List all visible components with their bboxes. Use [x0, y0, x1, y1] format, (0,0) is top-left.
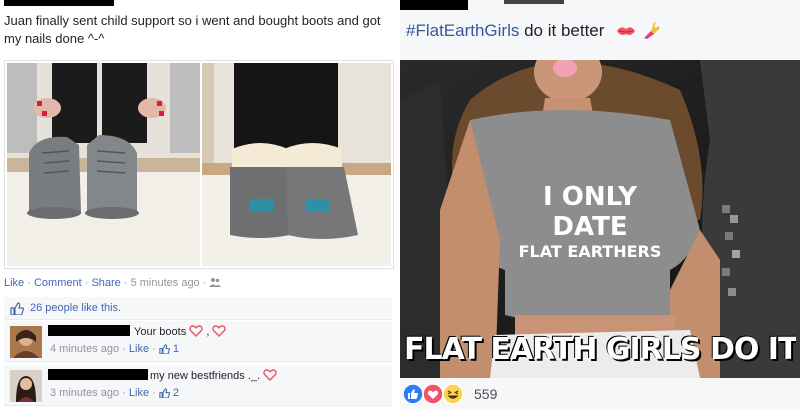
comment-like-count[interactable]: 1: [173, 343, 179, 355]
love-reaction-icon: [422, 383, 444, 405]
haha-reaction-icon: [442, 383, 464, 405]
boots-photo-back[interactable]: [202, 63, 391, 266]
comment-time[interactable]: 3 minutes ago: [50, 387, 119, 399]
comment-text: my new bestfriends ._.: [150, 368, 277, 382]
redacted-name-bar: [4, 0, 114, 6]
reaction-count[interactable]: 559: [474, 386, 497, 402]
shirt-line: DATE: [552, 212, 628, 242]
shirt-line: FLAT EARTHERS: [518, 242, 662, 261]
kiss-emoji-icon: [615, 22, 637, 45]
comment-like-link[interactable]: Like: [129, 387, 149, 399]
redacted-commenter-name: [48, 369, 148, 380]
thumbs-up-icon: [159, 344, 170, 357]
post-text: Juan finally sent child support so i wen…: [4, 13, 381, 46]
avatar[interactable]: [10, 326, 42, 358]
heart-icon: [212, 324, 227, 338]
separator: ·: [81, 277, 92, 289]
post-actions: Like · Comment · Share · 5 minutes ago ·: [4, 277, 222, 291]
thumbs-up-icon: [159, 388, 170, 401]
comment-meta: 3 minutes ago · Like · 2: [50, 387, 180, 401]
shirt-line: I ONLY: [543, 182, 637, 212]
overlay-caption: FLAT EARTH GIRLS DO IT BETTE: [404, 332, 796, 367]
comment-text: Your boots ,: [134, 324, 227, 338]
separator: ·: [24, 277, 34, 289]
post-text: #FlatEarthGirls do it better: [406, 20, 662, 45]
comment-link[interactable]: Comment: [34, 277, 82, 289]
separator: ·: [120, 277, 131, 289]
comment-meta: 4 minutes ago · Like · 1: [50, 343, 180, 357]
likes-count-text[interactable]: 26 people like this.: [30, 302, 121, 314]
heart-icon: [263, 368, 277, 382]
redacted-commenter-name: [48, 325, 130, 336]
comment-like-link[interactable]: Like: [129, 343, 149, 355]
reactions[interactable]: [402, 382, 474, 406]
post-text-rest: do it better: [519, 21, 605, 40]
left-screenshot: Juan finally sent child support so i wen…: [0, 0, 396, 420]
redacted-name-bar: [504, 0, 564, 4]
like-reaction-icon: [402, 383, 424, 405]
redacted-name-bar: [400, 0, 468, 10]
thumbs-up-icon: [10, 302, 25, 318]
avatar[interactable]: [10, 370, 42, 402]
comment-row: Your boots , 4 minutes ago · Like · 1: [4, 321, 392, 362]
hashtag-link[interactable]: #FlatEarthGirls: [406, 21, 519, 40]
separator: ·: [199, 277, 210, 289]
selfie-photo[interactable]: I ONLY DATE FLAT EARTHERS FLAT EARTH GIR…: [400, 60, 800, 378]
comment-like-count[interactable]: 2: [173, 387, 179, 399]
likes-summary[interactable]: 26 people like this.: [4, 297, 392, 320]
heart-icon: [189, 324, 204, 338]
shirt-text: I ONLY DATE FLAT EARTHERS: [500, 182, 680, 262]
comment-row: my new bestfriends ._. 3 minutes ago · L…: [4, 365, 392, 406]
share-link[interactable]: Share: [91, 277, 120, 289]
like-link[interactable]: Like: [4, 277, 24, 289]
globe-friends-icon: [209, 277, 222, 291]
boots-photo-front[interactable]: [7, 63, 200, 266]
nail-polish-emoji-icon: [642, 20, 662, 45]
comment-time[interactable]: 4 minutes ago: [50, 343, 119, 355]
post-time[interactable]: 5 minutes ago: [131, 277, 200, 289]
photo-frame[interactable]: [4, 60, 394, 269]
bottom-strip: [400, 410, 800, 420]
right-screenshot: #FlatEarthGirls do it better I ONLY DATE…: [400, 0, 800, 420]
